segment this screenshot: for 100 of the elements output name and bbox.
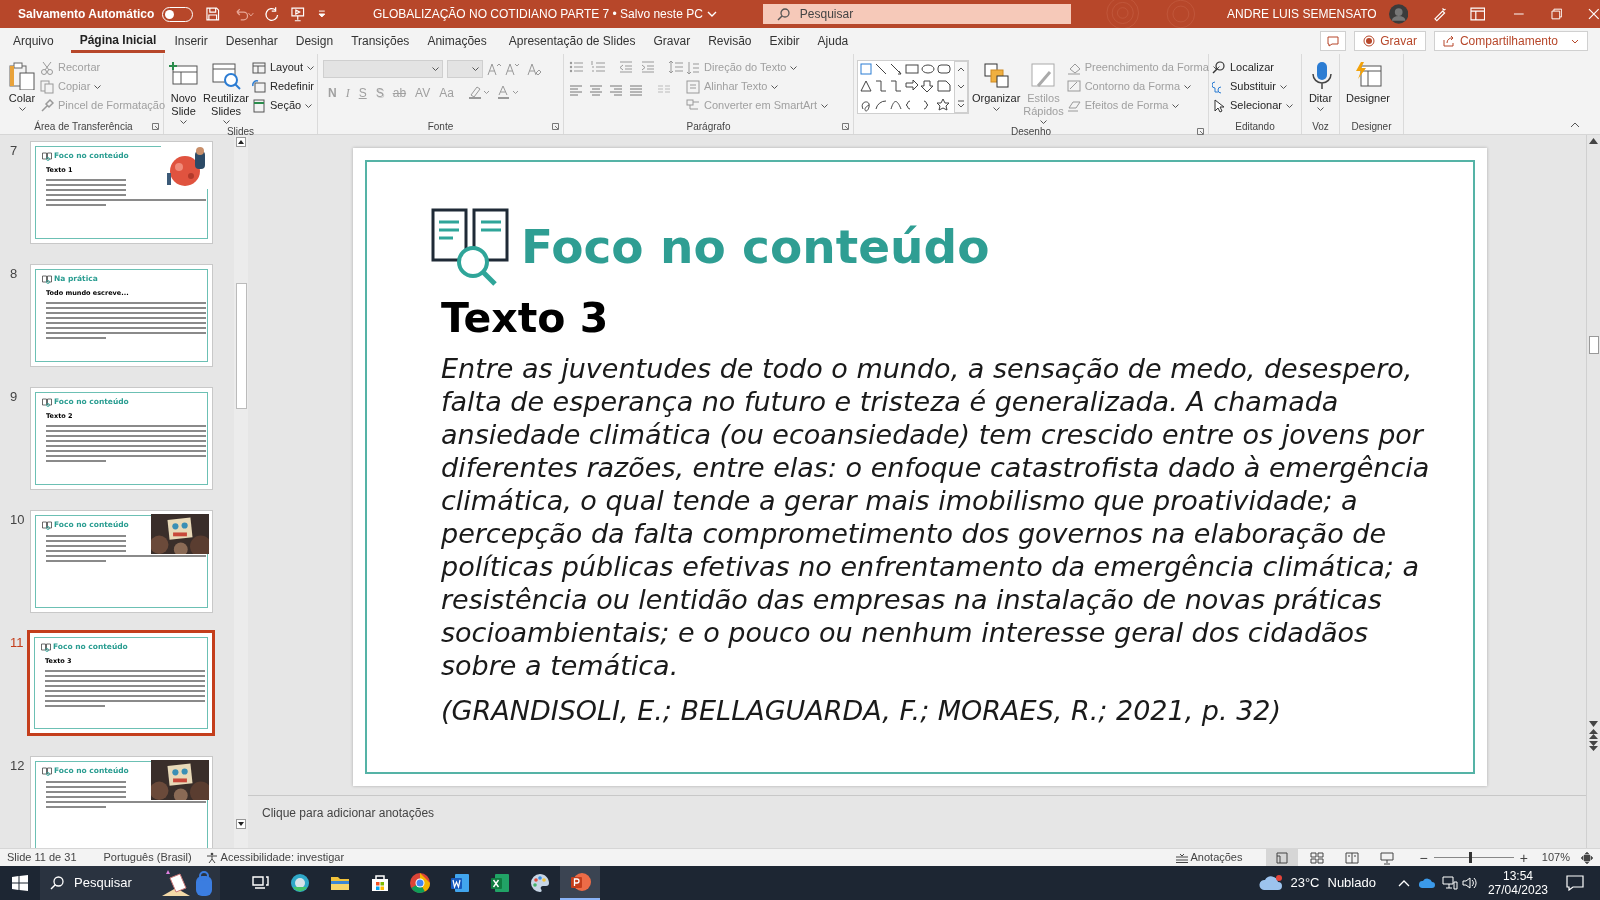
- network-icon[interactable]: [1441, 876, 1458, 890]
- ribbon-tab[interactable]: Gravar: [644, 29, 700, 53]
- accessibility-button[interactable]: Acessibilidade: investigar: [205, 849, 345, 866]
- ribbon-button[interactable]: Designer: [1343, 58, 1393, 105]
- zoom-level[interactable]: 107%: [1541, 849, 1570, 866]
- pen-icon[interactable]: [1432, 6, 1448, 22]
- book-icon: [41, 642, 51, 652]
- smartart-icon: [686, 98, 700, 113]
- search-icon: [50, 876, 64, 890]
- ribbon-tab[interactable]: Exibir: [760, 29, 809, 53]
- record-icon: [1363, 35, 1376, 47]
- highlighter-icon[interactable]: [467, 85, 490, 99]
- gallery-scroll-icon[interactable]: [954, 61, 968, 113]
- dialog-launcher-icon[interactable]: [1197, 128, 1204, 135]
- close-icon[interactable]: [1588, 8, 1600, 20]
- save-icon[interactable]: [205, 6, 221, 22]
- scroll-up-icon[interactable]: [236, 137, 246, 147]
- next-slide-icon[interactable]: [1589, 741, 1598, 751]
- restore-icon[interactable]: [1550, 8, 1563, 20]
- ribbon-tab[interactable]: Design: [286, 29, 343, 53]
- zoom-in-button[interactable]: +: [1519, 850, 1528, 865]
- avatar[interactable]: [1388, 4, 1409, 24]
- slide-number: 12: [9, 757, 26, 775]
- group-label: Slides: [226, 125, 255, 139]
- group-label: Área de Transferência: [34, 119, 133, 134]
- scrollbar-thumb[interactable]: [235, 283, 247, 409]
- weather-condition: Nublado: [1327, 874, 1376, 893]
- share-button[interactable]: Compartilhamento: [1433, 31, 1588, 51]
- ribbon-tab[interactable]: Transições: [342, 29, 419, 53]
- ribbon-button[interactable]: Novo Slide: [167, 58, 201, 124]
- font-name-field[interactable]: [323, 60, 443, 78]
- word-icon: [448, 871, 472, 895]
- collapse-ribbon-icon[interactable]: [1570, 122, 1580, 128]
- document-title: GLOBALIZAÇÃO NO COTIDIANO PARTE 7 • Salvo neste PC: [372, 6, 703, 23]
- slide-count: Slide 11 de 31: [7, 850, 77, 866]
- ribbon-button[interactable]: Seção: [251, 98, 314, 113]
- normal-view-icon[interactable]: [1266, 848, 1299, 867]
- dialog-launcher-icon[interactable]: [552, 123, 559, 130]
- previous-slide-icon[interactable]: [1589, 729, 1598, 739]
- section-icon: [251, 98, 266, 113]
- ribbon-display-icon[interactable]: [1469, 7, 1486, 21]
- redo-icon[interactable]: [264, 6, 280, 22]
- ribbon-tab[interactable]: Arquivo: [4, 29, 63, 53]
- cloudy-weather-icon: [1258, 874, 1285, 892]
- customize-icon[interactable]: [317, 9, 327, 19]
- dialog-launcher-icon[interactable]: [152, 123, 159, 130]
- ribbon-button[interactable]: Layout: [251, 60, 314, 75]
- pen-outline-icon: [1066, 79, 1081, 94]
- chevron-down-icon[interactable]: [706, 11, 717, 17]
- copy-icon: [40, 79, 54, 94]
- clear-formatting-icon[interactable]: [527, 62, 541, 76]
- ribbon-button[interactable]: Ditar: [1305, 58, 1336, 111]
- book-icon: [42, 274, 52, 284]
- ribbon-tab[interactable]: Inserir: [165, 29, 217, 53]
- ribbon-button[interactable]: Selecionar: [1212, 98, 1293, 113]
- clock-date[interactable]: 27/04/2023: [1487, 883, 1548, 897]
- notifications-icon[interactable]: [1566, 875, 1584, 891]
- record-button[interactable]: Gravar: [1354, 31, 1426, 51]
- group-label: Parágrafo: [686, 120, 731, 134]
- ribbon-tab[interactable]: Animações: [418, 29, 496, 53]
- clock-time[interactable]: 13:54: [1502, 869, 1533, 883]
- dialog-launcher-icon[interactable]: [842, 123, 849, 130]
- language-indicator[interactable]: Português (Brasil): [103, 849, 192, 866]
- scrollbar-thumb[interactable]: [1588, 336, 1599, 354]
- zoom-slider-thumb[interactable]: [1468, 852, 1472, 863]
- ribbon-button[interactable]: Organizar: [972, 58, 1021, 111]
- slide-search-icon: [211, 60, 242, 90]
- notes-button[interactable]: Anotações: [1174, 849, 1243, 866]
- font-color-icon[interactable]: [496, 85, 519, 99]
- ribbon-tab[interactable]: Desenhar: [216, 29, 287, 53]
- ribbon-tab[interactable]: Apresentação de Slides: [499, 29, 645, 53]
- speaker-icon[interactable]: [1461, 876, 1478, 890]
- zoom-slider[interactable]: [1433, 852, 1514, 863]
- font-size-field[interactable]: [447, 60, 483, 78]
- book-icon: [42, 151, 52, 161]
- windows-logo-icon[interactable]: [12, 875, 28, 891]
- ribbon-button[interactable]: Colar: [7, 58, 37, 111]
- slide-number: 10: [9, 511, 26, 529]
- arrange-shapes-icon: [981, 60, 1012, 90]
- line-spacing-icon[interactable]: [669, 60, 683, 74]
- shapes-gallery[interactable]: [857, 60, 969, 114]
- taskbar-search-field[interactable]: Pesquisar: [40, 866, 220, 900]
- presentation-icon[interactable]: [289, 6, 306, 22]
- slide-number: 8: [9, 265, 19, 283]
- notes-placeholder[interactable]: Clique para adicionar anotações: [262, 804, 435, 822]
- zoom-out-button[interactable]: −: [1419, 850, 1428, 865]
- chevron-up-icon[interactable]: [1397, 879, 1410, 887]
- ribbon-tab[interactable]: Revisão: [699, 29, 761, 53]
- clipboard-icon: [7, 60, 37, 90]
- ribbon-tab[interactable]: Ajuda: [808, 29, 858, 53]
- scroll-up-icon[interactable]: [1589, 138, 1598, 144]
- group-label: Editando: [1235, 120, 1275, 134]
- fit-to-window-icon[interactable]: [1580, 850, 1594, 865]
- slide-body-text: Entre as juventudes de todo o mundo, a sensação de medo, desespero, falta de esperança no futuro e tristeza é generalizada. A chamada ansiedade climática (ou ecoansiedade) tem crescido entre os jovens por diferentes razões, entre elas: o enfoque catastrofista dado à emergência climática, o qual tende a gerar mais imobilismo que proatividade; a percepção da falta comprometimento dos governos na elaboração de políticas públicas efetivas no enfrentamento da emergência climática; a resistência ou lentidão das empresas na instalação de novas práticas socioambientais; e o pouco ou nenhum interesse geral dos cidadãos sobre a temática.: [441, 352, 1431, 682]
- ribbon-button[interactable]: Redefinir: [251, 79, 314, 94]
- scroll-down-icon[interactable]: [1589, 721, 1598, 727]
- scroll-down-icon[interactable]: [236, 819, 246, 829]
- cloud-icon[interactable]: [1417, 877, 1436, 889]
- ribbon-button[interactable]: Reutilizar Slides: [203, 58, 249, 124]
- search-field[interactable]: Pesquisar: [762, 4, 1071, 24]
